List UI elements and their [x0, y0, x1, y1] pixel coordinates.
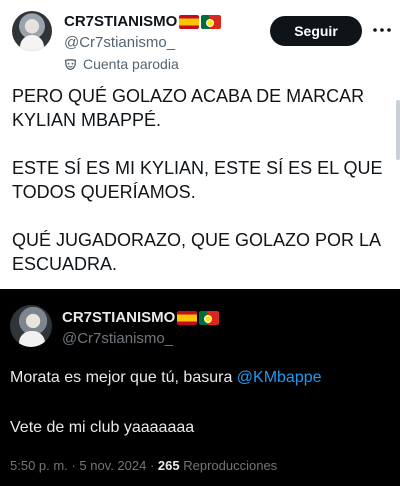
tweet-meta: 5:50 p. m. · 5 nov. 2024 · 265 Reproducc…	[10, 458, 277, 473]
spain-flag-icon	[179, 14, 200, 29]
author-name-row[interactable]: CR7STIANISMO	[62, 309, 220, 326]
meta-separator: ·	[67, 458, 80, 473]
follow-button[interactable]: Seguir	[270, 16, 362, 46]
more-options-icon[interactable]	[370, 18, 394, 42]
top-tweet: CR7STIANISMO @Cr7stianismo_ Cuenta parod…	[0, 0, 400, 289]
author-handle[interactable]: @Cr7stianismo_	[62, 330, 173, 347]
spain-flag-icon	[177, 310, 198, 325]
tweet-time[interactable]: 5:50 p. m.	[10, 458, 68, 473]
more-dots-icon	[373, 28, 391, 32]
tweet-text-line: Vete de mi club yaaaaaaa	[10, 419, 195, 436]
tweet-paragraph: PERO QUÉ GOLAZO ACABA DE MARCAR KYLIAN M…	[12, 86, 365, 130]
tweet-date[interactable]: 5 nov. 2024	[79, 458, 146, 473]
views-label: Reproducciones	[179, 458, 278, 473]
tweet-paragraph: QUÉ JUGADORAZO, QUE GOLAZO POR LA ESCUAD…	[12, 230, 381, 274]
avatar[interactable]	[12, 11, 52, 51]
scrollbar[interactable]	[396, 100, 400, 160]
bottom-tweet: CR7STIANISMO @Cr7stianismo_ Morata es me…	[0, 289, 400, 486]
meta-separator: ·	[146, 458, 158, 473]
avatar[interactable]	[10, 305, 52, 347]
tweet-text-line: Morata es mejor que tú, basura @KMbappe	[10, 369, 322, 387]
author-name[interactable]: CR7STIANISMO	[62, 309, 175, 326]
parody-mask-icon	[64, 58, 77, 70]
tweet-text-segment: Morata es mejor que tú, basura	[10, 369, 237, 386]
portugal-flag-icon	[199, 310, 220, 325]
author-name[interactable]: CR7STIANISMO	[64, 13, 177, 30]
tweet-paragraph: ESTE SÍ ES MI KYLIAN, ESTE SÍ ES EL QUE …	[12, 158, 383, 202]
author-handle[interactable]: @Cr7stianismo_	[64, 34, 175, 51]
tweet-text: PERO QUÉ GOLAZO ACABA DE MARCAR KYLIAN M…	[12, 84, 392, 300]
parody-label: Cuenta parodia	[64, 56, 179, 72]
parody-text: Cuenta parodia	[83, 56, 179, 72]
author-name-row[interactable]: CR7STIANISMO	[64, 13, 222, 30]
portugal-flag-icon	[201, 14, 222, 29]
views-count: 265	[157, 458, 180, 473]
mention-link[interactable]: @KMbappe	[237, 369, 322, 386]
